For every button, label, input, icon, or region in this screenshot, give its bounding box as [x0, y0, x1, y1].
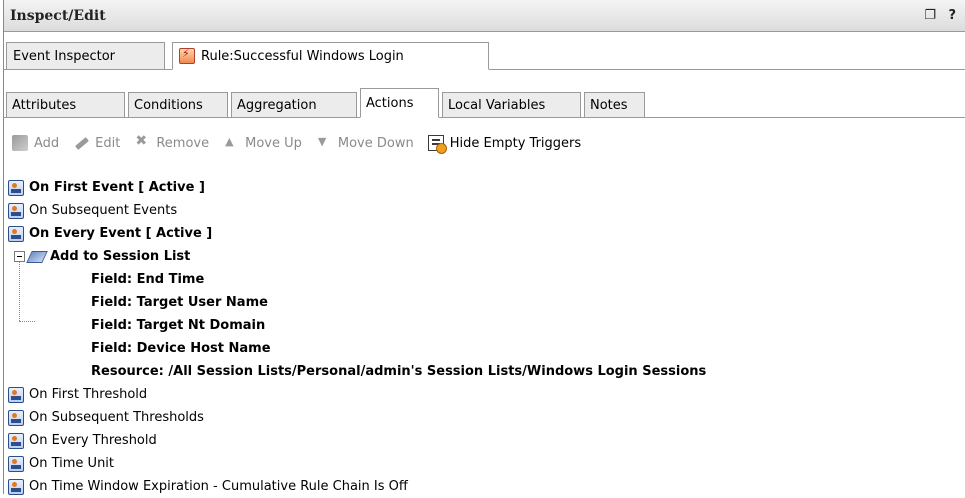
- trigger-tree: On First Event [ Active ] On Subsequent …: [8, 176, 963, 495]
- tab-actions[interactable]: Actions: [360, 88, 439, 118]
- pencil-icon: [73, 135, 89, 151]
- tree-item-field-device-host-name[interactable]: Field: Device Host Name: [91, 337, 271, 360]
- trigger-icon: [8, 455, 24, 472]
- tab-label: Conditions: [134, 97, 203, 113]
- tree-item-label: Field: Target User Name: [91, 295, 268, 310]
- arrow-up-icon: [223, 135, 239, 151]
- add-icon: [12, 135, 28, 151]
- tree-item-label: Add to Session List: [50, 249, 191, 264]
- outer-tab-bar: Event Inspector Rule:Successful Windows …: [4, 40, 965, 70]
- tree-item-on-every-threshold[interactable]: On Every Threshold: [8, 429, 157, 452]
- action-icon: [26, 250, 48, 263]
- trigger-icon: [8, 386, 24, 403]
- tree-item-on-first-threshold[interactable]: On First Threshold: [8, 383, 147, 406]
- remove-x-icon: [134, 133, 150, 151]
- tab-aggregation[interactable]: Aggregation: [231, 92, 357, 118]
- tab-label: Event Inspector: [13, 48, 116, 64]
- tab-event-inspector[interactable]: Event Inspector: [6, 42, 165, 70]
- tree-item-field-end-time[interactable]: Field: End Time: [91, 268, 204, 291]
- edit-button[interactable]: Edit: [73, 135, 120, 151]
- tab-notes[interactable]: Notes: [584, 92, 645, 118]
- tree-item-label: Field: Device Host Name: [91, 341, 271, 356]
- trigger-icon: [8, 409, 24, 426]
- tree-item-label: Field: Target Nt Domain: [91, 318, 266, 333]
- tree-item-field-target-user-name[interactable]: Field: Target User Name: [91, 291, 268, 314]
- move-up-label: Move Up: [245, 135, 302, 151]
- tree-item-on-subsequent-thresholds[interactable]: On Subsequent Thresholds: [8, 406, 204, 429]
- trigger-icon: [8, 202, 24, 219]
- tree-item-label: Field: End Time: [91, 272, 205, 287]
- tree-item-label: On Subsequent Thresholds: [29, 410, 204, 425]
- move-down-label: Move Down: [337, 135, 414, 151]
- trigger-icon: [8, 179, 24, 196]
- tree-item-label: On Subsequent Events: [29, 203, 178, 218]
- tree-item-label: On Time Window Expiration - Cumulative R…: [29, 479, 408, 494]
- tab-label: Actions: [366, 95, 414, 111]
- tab-conditions[interactable]: Conditions: [128, 92, 228, 118]
- remove-label: Remove: [156, 135, 210, 151]
- tree-item-on-time-window-expiration[interactable]: On Time Window Expiration - Cumulative R…: [8, 475, 408, 498]
- remove-button[interactable]: Remove: [134, 133, 210, 151]
- window-controls-icon[interactable]: ❐ ?: [924, 8, 960, 23]
- edit-label: Edit: [95, 135, 121, 151]
- move-up-button[interactable]: Move Up: [223, 135, 302, 151]
- tree-item-label: On Time Unit: [29, 456, 115, 471]
- move-down-button[interactable]: Move Down: [316, 135, 414, 151]
- tree-item-label: Resource: /All Session Lists/Personal/ad…: [91, 364, 707, 379]
- tab-label: Rule:Successful Windows Login: [201, 48, 404, 64]
- tree-item-on-first-event[interactable]: On First Event [ Active ]: [8, 176, 205, 199]
- hide-empty-triggers-label: Hide Empty Triggers: [449, 135, 582, 151]
- actions-toolbar: Add Edit Remove Move Up Move Down Hide E…: [4, 126, 965, 160]
- collapse-icon[interactable]: [14, 251, 25, 262]
- inspect-edit-panel: Inspect/Edit ❐ ? Event Inspector Rule:Su…: [3, 0, 965, 495]
- tab-rule-successful-windows-login[interactable]: Rule:Successful Windows Login: [172, 42, 489, 70]
- tree-item-label: On Every Event [ Active ]: [29, 226, 213, 241]
- tree-item-on-every-event[interactable]: On Every Event [ Active ]: [8, 222, 212, 245]
- tab-label: Notes: [590, 97, 628, 113]
- arrow-down-icon: [316, 135, 332, 151]
- tree-item-add-to-session-list[interactable]: Add to Session List: [14, 245, 190, 268]
- tab-label: Attributes: [12, 97, 77, 113]
- tree-guide-line: [19, 321, 35, 322]
- tab-label: Local Variables: [448, 97, 546, 113]
- panel-titlebar: Inspect/Edit ❐ ?: [4, 0, 965, 32]
- tab-label: Aggregation: [237, 97, 317, 113]
- tree-item-on-time-unit[interactable]: On Time Unit: [8, 452, 114, 475]
- trigger-icon: [8, 225, 24, 242]
- hide-empty-triggers-button[interactable]: Hide Empty Triggers: [427, 135, 582, 154]
- tree-item-label: On First Threshold: [29, 387, 148, 402]
- add-label: Add: [34, 135, 60, 151]
- inner-tab-bar: Attributes Conditions Aggregation Action…: [4, 88, 965, 118]
- tab-local-variables[interactable]: Local Variables: [442, 92, 581, 118]
- tree-item-label: On Every Threshold: [29, 433, 157, 448]
- tree-item-resource[interactable]: Resource: /All Session Lists/Personal/ad…: [91, 360, 706, 383]
- panel-title: Inspect/Edit: [10, 7, 106, 24]
- trigger-icon: [8, 432, 24, 449]
- hide-empty-triggers-icon: [427, 135, 447, 154]
- tree-item-on-subsequent-events[interactable]: On Subsequent Events: [8, 199, 177, 222]
- trigger-icon: [8, 478, 24, 495]
- tree-item-field-target-nt-domain[interactable]: Field: Target Nt Domain: [91, 314, 265, 337]
- tab-attributes[interactable]: Attributes: [6, 92, 125, 118]
- tree-item-label: On First Event [ Active ]: [29, 180, 205, 195]
- rule-lightning-icon: [179, 47, 195, 64]
- add-button[interactable]: Add: [12, 135, 59, 151]
